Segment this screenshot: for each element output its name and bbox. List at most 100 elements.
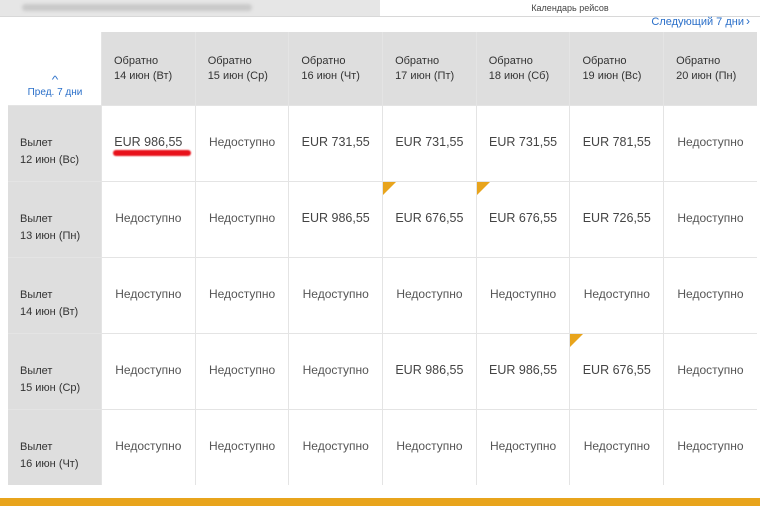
unavailable-text: Недоступно <box>677 211 744 225</box>
fare-cell[interactable]: EUR 986,55 <box>476 334 570 409</box>
unavailable-cell: Недоступно <box>664 410 757 485</box>
unavailable-cell: Недоступно <box>195 258 289 333</box>
fare-price: EUR 676,55 <box>395 211 464 225</box>
unavailable-text: Недоступно <box>208 363 276 377</box>
return-label: Обратно <box>207 55 252 67</box>
return-label: Обратно <box>582 55 627 67</box>
unavailable-cell: Недоступно <box>102 258 195 333</box>
departure-date: 16 июн (Чт) <box>20 458 79 470</box>
departure-date: 13 июн (Пн) <box>20 230 81 242</box>
unavailable-text: Недоступно <box>677 439 744 453</box>
unavailable-cell: Недоступно <box>289 410 383 485</box>
unavailable-text: Недоступно <box>115 439 182 453</box>
unavailable-cell: Недоступно <box>289 334 383 409</box>
unavailable-cell: Недоступно <box>476 258 570 333</box>
fare-cell[interactable]: EUR 731,55 <box>476 106 570 181</box>
fare-cell[interactable]: EUR 726,55 <box>570 182 664 257</box>
unavailable-text: Недоступно <box>677 287 744 301</box>
fare-price: EUR 986,55 <box>301 211 370 225</box>
fare-cell[interactable]: EUR 986,55 <box>383 334 476 409</box>
return-label: Обратно <box>488 55 533 67</box>
blurred-text <box>22 4 252 11</box>
top-bar: Календарь рейсов <box>0 0 760 17</box>
unavailable-text: Недоступно <box>115 363 182 377</box>
unavailable-text: Недоступно <box>302 287 369 301</box>
departure-date: 14 июн (Вт) <box>20 306 79 318</box>
unavailable-text: Недоступно <box>396 439 463 453</box>
return-label: Обратно <box>301 55 346 67</box>
fare-price: EUR 986,55 <box>395 363 464 377</box>
unavailable-cell: Недоступно <box>102 334 195 409</box>
unavailable-text: Недоступно <box>583 287 650 301</box>
unavailable-text: Недоступно <box>490 439 557 453</box>
fare-cell[interactable]: EUR 986,55 <box>102 106 195 181</box>
next-link-label: Следующий 7 дни <box>651 16 744 28</box>
unavailable-cell: Недоступно <box>102 410 195 485</box>
unavailable-text: Недоступно <box>583 439 650 453</box>
fare-price: EUR 676,55 <box>489 211 558 225</box>
fare-price: EUR 731,55 <box>395 135 464 149</box>
return-date: 15 июн (Ср) <box>207 70 268 82</box>
unavailable-cell: Недоступно <box>664 106 757 181</box>
chevron-right-icon: › <box>746 14 750 28</box>
return-label: Обратно <box>395 55 440 67</box>
fare-cell[interactable]: EUR 781,55 <box>570 106 664 181</box>
chevron-up-icon: ^ <box>51 75 59 86</box>
unavailable-text: Недоступно <box>677 135 744 149</box>
return-date-header: Обратно 14 июн (Вт) <box>102 32 195 105</box>
unavailable-cell: Недоступно <box>570 410 664 485</box>
return-date: 17 июн (Пт) <box>395 70 455 82</box>
unavailable-cell: Недоступно <box>570 258 664 333</box>
unavailable-cell: Недоступно <box>195 182 289 257</box>
prev-7-days-link[interactable]: ^ Пред. 7 дни <box>10 76 100 99</box>
unavailable-cell: Недоступно <box>195 410 289 485</box>
unavailable-text: Недоступно <box>208 287 276 301</box>
departure-date-header: Вылет 16 июн (Чт) <box>8 410 101 485</box>
departure-date-header: Вылет 12 июн (Вс) <box>8 106 101 181</box>
unavailable-text: Недоступно <box>115 211 182 225</box>
unavailable-text: Недоступно <box>302 363 369 377</box>
return-date-header: Обратно 19 июн (Вс) <box>570 32 664 105</box>
unavailable-cell: Недоступно <box>383 258 476 333</box>
return-label: Обратно <box>114 55 159 67</box>
return-date: 19 июн (Вс) <box>582 70 642 82</box>
fare-calendar-grid: Обратно 14 июн (Вт) Обратно 15 июн (Ср) Обра… <box>8 32 757 485</box>
return-date-header: Обратно 15 июн (Ср) <box>195 32 289 105</box>
fare-cell[interactable]: EUR 986,55 <box>289 182 383 257</box>
return-date-header: Обратно 16 июн (Чт) <box>289 32 383 105</box>
blurred-tab <box>0 0 380 16</box>
fare-cell[interactable]: EUR 676,55 <box>476 182 570 257</box>
return-date: 16 июн (Чт) <box>301 70 360 82</box>
departure-date-header: Вылет 14 июн (Вт) <box>8 258 101 333</box>
fare-cell[interactable]: EUR 676,55 <box>570 334 664 409</box>
fare-cell[interactable]: EUR 676,55 <box>383 182 476 257</box>
departure-label: Вылет <box>20 137 53 149</box>
fare-price: EUR 781,55 <box>582 135 651 149</box>
unavailable-text: Недоступно <box>396 287 463 301</box>
corner-flag-icon <box>383 182 397 195</box>
unavailable-cell: Недоступно <box>664 182 757 257</box>
return-date-header: Обратно 20 июн (Пн) <box>664 32 757 105</box>
departure-date-header: Вылет 13 июн (Пн) <box>8 182 101 257</box>
fare-price: EUR 731,55 <box>301 135 370 149</box>
next-7-days-link[interactable]: Следующий 7 дни › <box>651 14 750 28</box>
corner-flag-icon <box>570 334 584 347</box>
departure-date: 15 июн (Ср) <box>20 382 81 394</box>
unavailable-cell: Недоступно <box>289 258 383 333</box>
unavailable-cell: Недоступно <box>195 106 289 181</box>
prev-link-label: Пред. 7 дни <box>27 87 83 98</box>
unavailable-cell: Недоступно <box>383 410 476 485</box>
unavailable-text: Недоступно <box>490 287 557 301</box>
unavailable-cell: Недоступно <box>195 334 289 409</box>
unavailable-text: Недоступно <box>208 135 276 149</box>
fare-price: EUR 986,55 <box>114 135 183 149</box>
departure-date: 12 июн (Вс) <box>20 154 79 166</box>
fare-price: EUR 676,55 <box>582 363 651 377</box>
departure-label: Вылет <box>20 289 53 301</box>
fare-cell[interactable]: EUR 731,55 <box>383 106 476 181</box>
return-date-header: Обратно 18 июн (Сб) <box>476 32 570 105</box>
fare-cell[interactable]: EUR 731,55 <box>289 106 383 181</box>
return-date: 20 июн (Пн) <box>676 70 737 82</box>
return-date-header: Обратно 17 июн (Пт) <box>383 32 476 105</box>
unavailable-text: Недоступно <box>302 439 369 453</box>
